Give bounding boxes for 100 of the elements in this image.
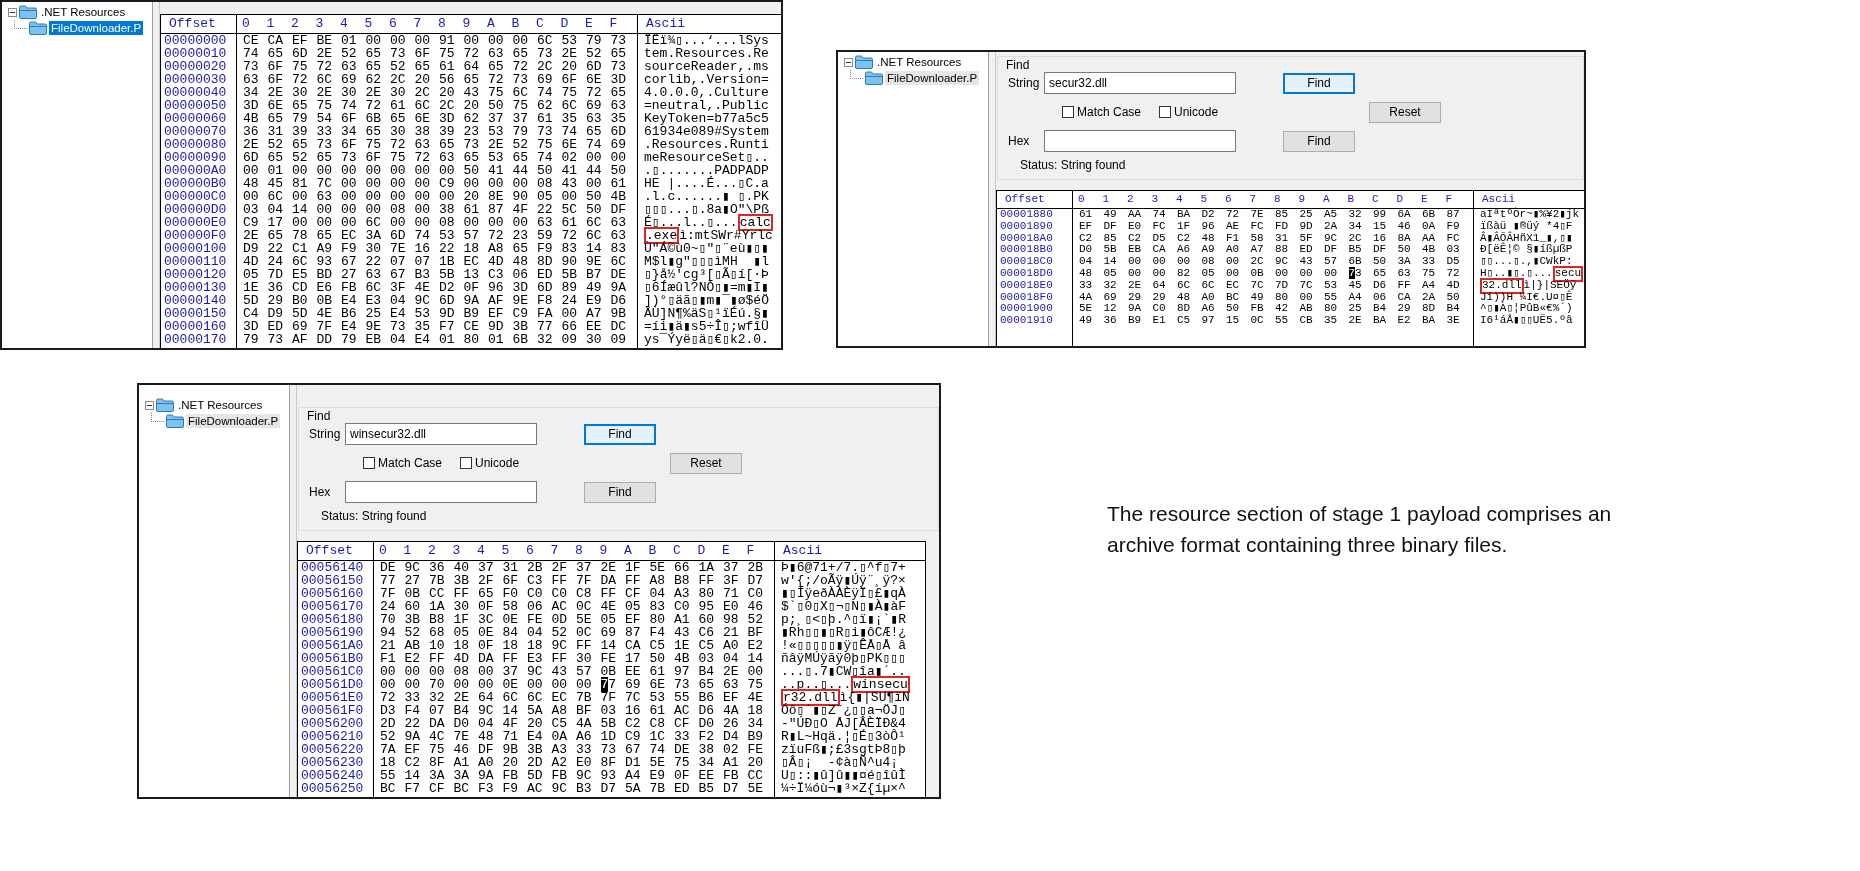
hex-byte: 35 bbox=[1323, 315, 1339, 327]
hex-byte: BC bbox=[379, 782, 397, 795]
hex-byte: 55 bbox=[1323, 291, 1339, 304]
hex-byte: 50 bbox=[609, 164, 628, 177]
column-header: C bbox=[672, 542, 682, 560]
column-header: 4 bbox=[1175, 192, 1184, 207]
hex-byte: 09 bbox=[560, 333, 579, 346]
hex-byte: 2C bbox=[413, 86, 432, 99]
hex-byte: 50 bbox=[585, 203, 603, 216]
string-field[interactable]: winsecur32.dll bbox=[345, 423, 537, 445]
hex-byte: 0B bbox=[315, 294, 334, 307]
hex-byte: 9C bbox=[526, 665, 544, 678]
offset-cell-text: 000000C0 bbox=[163, 190, 228, 203]
column-header: 9 bbox=[598, 542, 609, 560]
hex-byte: 3B bbox=[511, 320, 530, 333]
hex-byte: C0 bbox=[673, 600, 691, 613]
hex-byte: FF bbox=[575, 639, 593, 652]
find-button[interactable]: Find bbox=[1283, 72, 1355, 94]
hex-byte: FF bbox=[452, 587, 471, 600]
column-header: 3 bbox=[1150, 192, 1160, 207]
hex-byte: E4 bbox=[340, 294, 358, 307]
checkbox[interactable]: Unicode bbox=[460, 456, 520, 470]
hex-field[interactable] bbox=[345, 481, 537, 503]
ascii-text: H▯..▮▯.▯... bbox=[1480, 267, 1553, 279]
offset-cell-text: 000000A0 bbox=[163, 164, 228, 177]
find-button[interactable]: Find bbox=[1283, 130, 1355, 152]
hex-byte: 20 bbox=[462, 99, 481, 112]
tree-item[interactable]: .NET Resources bbox=[176, 398, 265, 412]
reset-button[interactable]: Reset bbox=[1369, 101, 1441, 123]
hex-byte: 73 bbox=[389, 47, 407, 60]
hex-byte: 61 bbox=[1078, 209, 1094, 221]
hex-byte: 6F bbox=[413, 47, 432, 60]
hex-byte: 4F bbox=[501, 717, 520, 730]
find-button[interactable]: Find bbox=[584, 481, 656, 503]
hex-byte: 48 bbox=[477, 730, 495, 743]
hex-byte: E0 bbox=[575, 756, 593, 769]
hex-byte: 33 bbox=[1078, 279, 1094, 292]
hex-byte: B9 bbox=[1127, 315, 1143, 327]
hex-byte: 00 bbox=[413, 164, 432, 177]
hex-byte: D6 bbox=[1372, 279, 1388, 292]
hex-byte: AF bbox=[291, 333, 309, 346]
hex-byte: 65 bbox=[364, 60, 383, 73]
hex-byte: 5B bbox=[438, 268, 456, 281]
column-header: 6 bbox=[1224, 192, 1233, 207]
hex-byte: 77 bbox=[599, 678, 618, 691]
hex-byte: 83 bbox=[560, 242, 579, 255]
hex-byte: 79 bbox=[585, 34, 603, 47]
hex-byte: F9 bbox=[1445, 220, 1461, 233]
hex-byte: 7B bbox=[575, 691, 593, 704]
find-button[interactable]: Find bbox=[584, 423, 656, 445]
hex-byte: 4D bbox=[242, 255, 260, 268]
ascii-text: ▯}å½'cg³[▯Ã▯í[·Þ bbox=[644, 267, 769, 282]
hex-byte: D0 bbox=[697, 717, 716, 730]
hex-byte: 63 bbox=[609, 229, 628, 242]
hex-byte: CC bbox=[746, 769, 765, 782]
hex-byte: 30 bbox=[452, 600, 471, 613]
hex-byte: 24 bbox=[379, 600, 397, 613]
hex-byte: 00 bbox=[413, 203, 432, 216]
checkbox[interactable]: Unicode bbox=[1159, 105, 1219, 119]
checkbox[interactable]: Match Case bbox=[363, 456, 443, 470]
string-field[interactable]: secur32.dll bbox=[1044, 72, 1236, 94]
hex-byte: 2E bbox=[315, 47, 334, 60]
hex-byte: 7B bbox=[648, 782, 667, 795]
hex-byte: 34 bbox=[340, 125, 358, 138]
tree-item[interactable]: FileDownloader.P bbox=[885, 71, 980, 85]
hex-byte: 93 bbox=[315, 255, 334, 268]
hex-byte: 80 bbox=[648, 613, 667, 626]
hex-byte: 69 bbox=[291, 320, 309, 333]
hex-byte: E9 bbox=[648, 769, 667, 782]
hex-byte: 4A bbox=[1078, 291, 1094, 304]
hex-byte: 4B bbox=[609, 190, 628, 203]
column-header: Offset bbox=[161, 15, 236, 34]
tree-item[interactable]: .NET Resources bbox=[39, 5, 128, 19]
hex-byte: 56 bbox=[438, 73, 456, 86]
hex-byte: 65 bbox=[511, 242, 530, 255]
hex-byte: 55 bbox=[1274, 315, 1290, 327]
ascii-text: ▯Â▯¡ -¢à▯Ñ^u4¡ bbox=[781, 755, 899, 770]
reset-button[interactable]: Reset bbox=[670, 452, 742, 474]
tree-item[interactable]: FileDownloader.P bbox=[186, 414, 281, 428]
hex-byte: 18 bbox=[501, 639, 520, 652]
hex-byte: 52 bbox=[403, 626, 422, 639]
hex-byte: C9 bbox=[438, 177, 456, 190]
hex-byte: FC bbox=[1249, 220, 1265, 233]
offset-cell-text: 000000D0 bbox=[163, 203, 228, 216]
hex-byte: 08 bbox=[389, 203, 407, 216]
hex-byte: 4B bbox=[673, 652, 691, 665]
hex-byte: A6 bbox=[575, 730, 593, 743]
tree-item[interactable]: FileDownloader.P bbox=[49, 21, 144, 35]
folder-icon bbox=[865, 71, 883, 85]
tree-item[interactable]: .NET Resources bbox=[875, 55, 964, 69]
hex-byte: DA bbox=[428, 717, 446, 730]
ascii-text: ì:mtSWr#Yrlc bbox=[679, 228, 773, 243]
hex-byte: 65 bbox=[477, 587, 495, 600]
hex-byte: 65 bbox=[1372, 268, 1388, 280]
column-header: 8 bbox=[437, 15, 447, 33]
hex-field[interactable] bbox=[1044, 130, 1236, 152]
hex-byte: 01 bbox=[438, 333, 456, 346]
hex-byte: 30 bbox=[291, 86, 309, 99]
hex-byte: 53 bbox=[1323, 279, 1339, 292]
checkbox[interactable]: Match Case bbox=[1062, 105, 1142, 119]
